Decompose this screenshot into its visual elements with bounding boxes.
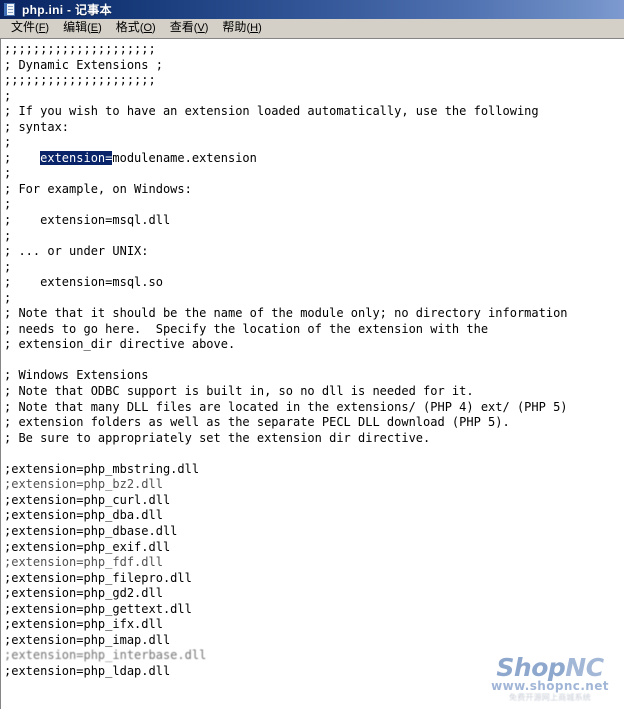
title-bar[interactable]: php.ini - 记事本 [0,0,624,19]
editor-line: ; syntax: [4,119,70,134]
menu-file[interactable]: 文件(F) [4,19,56,37]
editor-line: ;;;;;;;;;;;;;;;;;;;;; [4,42,156,56]
editor-line: ; [4,290,12,305]
editor-line: ; [4,197,12,212]
menu-view[interactable]: 查看(V) [163,19,216,37]
editor-line: ; extension=modulename.extension [4,150,257,165]
editor-line: ; extension folders as well as the separ… [4,415,510,430]
menu-edit-accel: (E) [87,22,102,34]
menu-bar: 文件(F) 编辑(E) 格式(O) 查看(V) 帮助(H) [0,19,624,38]
editor-line: ; Note that ODBC support is built in, so… [4,384,474,399]
menu-format-accel: (O) [139,22,156,34]
menu-help-accel: (H) [246,22,262,34]
menu-file-accel: (F) [35,22,50,34]
editor-line: ; extension=msql.so [4,275,163,290]
editor-line: ; Be sure to appropriately set the exten… [4,430,431,445]
menu-format-label: 格式 [115,20,140,34]
editor-line: ;extension=php_interbase.dll [4,648,207,663]
menu-view-label: 查看 [169,20,194,34]
editor-line: ; [4,228,12,243]
editor-line: ; ... or under UNIX: [4,244,149,259]
notepad-window: php.ini - 记事本 文件(F) 编辑(E) 格式(O) 查看(V) 帮助… [0,0,624,709]
editor-line: ;extension=php_imap.dll [4,632,171,647]
window-title: php.ini - 记事本 [22,3,112,17]
editor-line: ; Windows Extensions [4,368,149,383]
editor-line: ;;;;;;;;;;;;;;;;;;;;; [4,73,156,88]
menu-view-accel: (V) [193,22,209,34]
editor-line: ; [4,88,12,103]
editor-line: ;extension=php_exif.dll [4,539,171,554]
editor-line: ; For example, on Windows: [4,181,192,196]
editor-line: ;extension=php_ifx.dll [4,617,163,632]
menu-help[interactable]: 帮助(H) [215,19,268,37]
editor-line: ; extension_dir directive above. [4,337,236,352]
editor-line: ;extension=php_fdf.dll [4,555,163,570]
editor-line: ;extension=php_curl.dll [4,492,171,507]
editor-line: ;extension=php_mbstring.dll [4,461,200,476]
editor-line: ; Note that it should be the name of the… [4,306,568,321]
editor-line: ; If you wish to have an extension loade… [4,104,539,119]
editor-line: ;extension=php_gettext.dll [4,601,192,616]
editor-line: ;extension=php_dba.dll [4,508,163,523]
editor-line: ; needs to go here. Specify the location… [4,321,489,336]
menu-edit[interactable]: 编辑(E) [56,19,109,37]
editor-line: ; [4,135,12,150]
menu-file-label: 文件 [11,20,36,34]
editor-line: ; [4,166,12,181]
editor-line: ;extension=php_gd2.dll [4,586,163,601]
notepad-icon [3,2,17,17]
editor-line: ;extension=php_ldap.dll [4,663,171,678]
menu-edit-label: 编辑 [63,20,88,34]
editor-line: ; Dynamic Extensions ; [4,57,163,72]
menu-format[interactable]: 格式(O) [109,19,163,37]
selected-text: extension= [40,150,113,165]
editor-line: ; Note that many DLL files are located i… [4,399,568,414]
editor-line: ; [4,259,12,274]
editor-line: ;extension=php_dbase.dll [4,523,178,538]
text-editor[interactable]: ;;;;;;;;;;;;;;;;;;;;;; Dynamic Extension… [1,39,624,709]
editor-line: ;extension=php_filepro.dll [4,570,192,585]
menu-help-label: 帮助 [222,20,247,34]
editor-client-area: ;;;;;;;;;;;;;;;;;;;;;; Dynamic Extension… [0,38,624,709]
editor-line: ; extension=msql.dll [4,213,171,228]
editor-line: ;extension=php_bz2.dll [4,477,163,492]
